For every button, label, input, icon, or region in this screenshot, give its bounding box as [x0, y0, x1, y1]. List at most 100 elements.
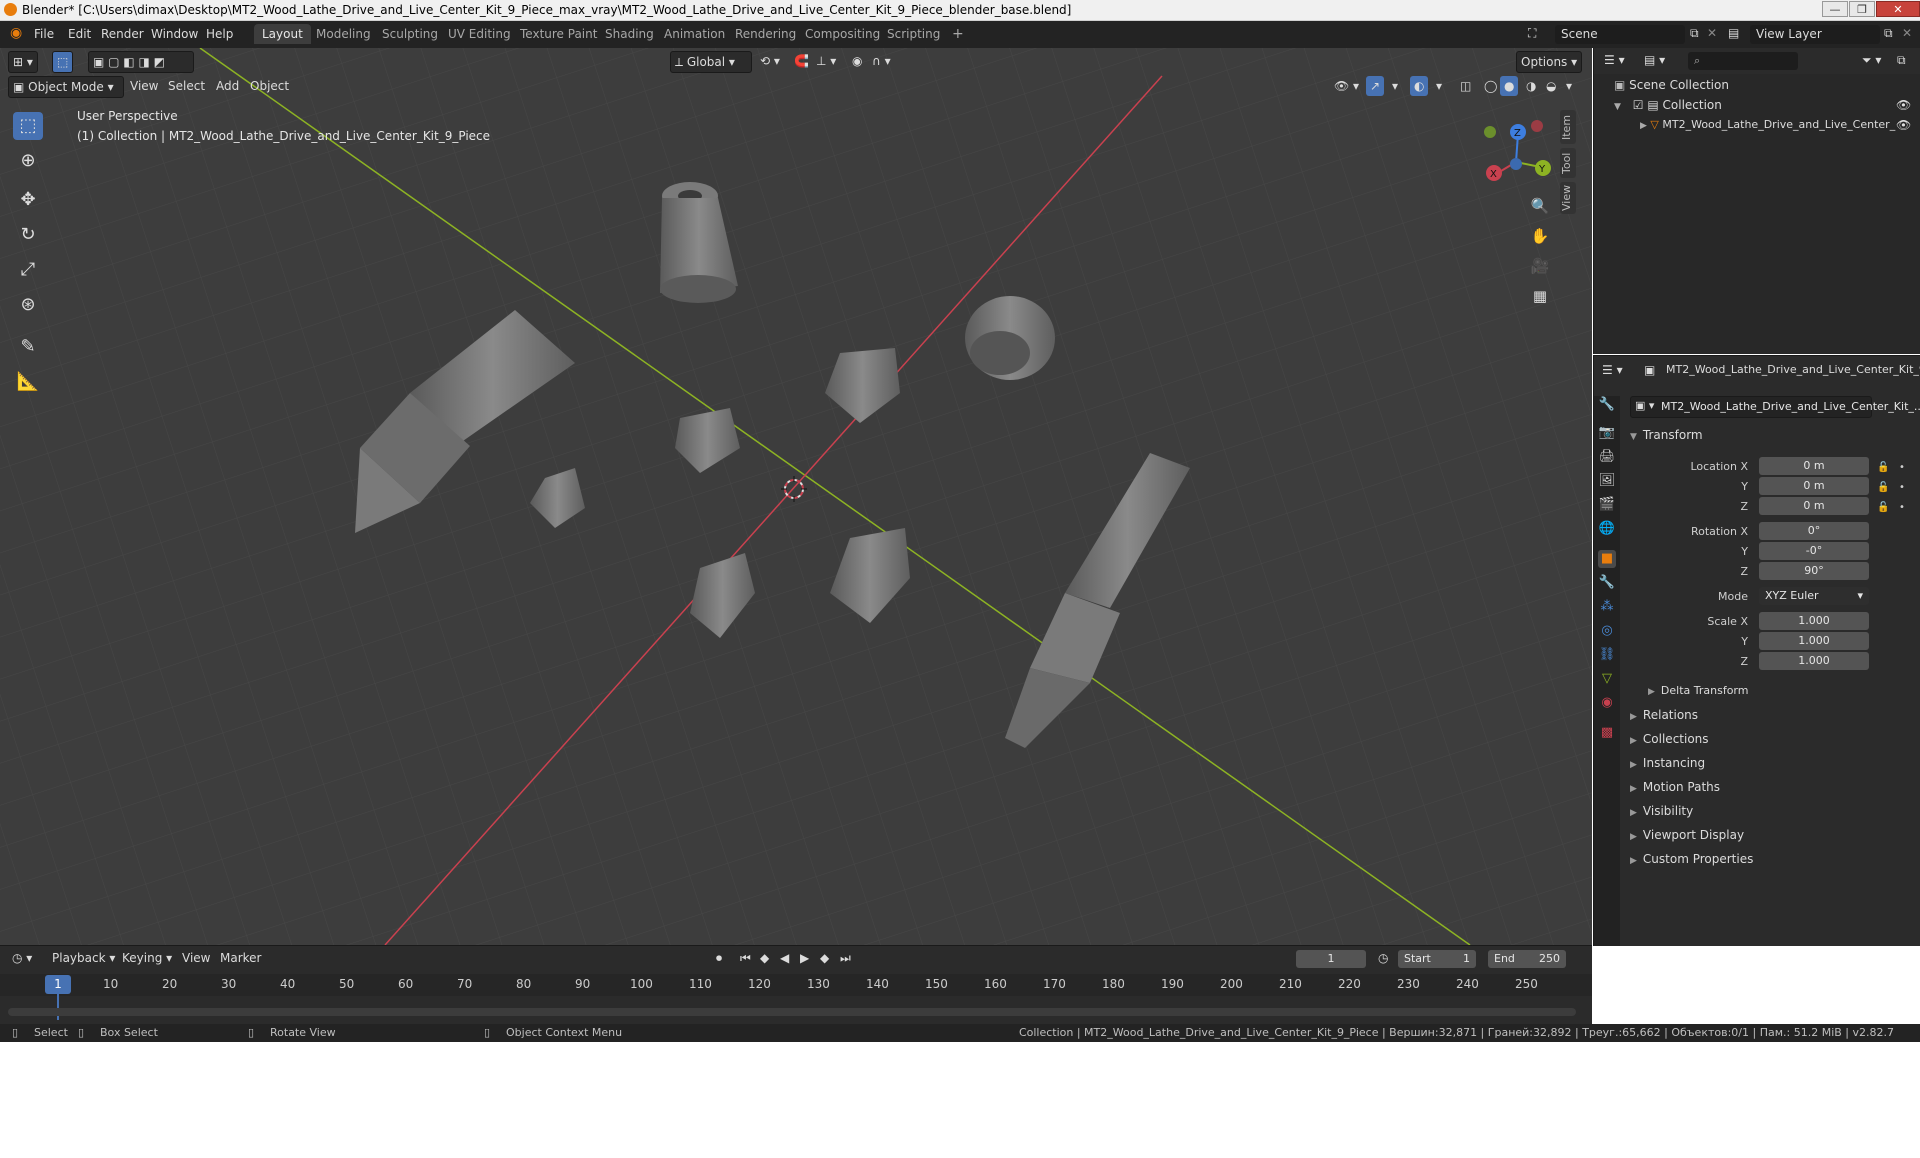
outliner-collection-row[interactable]: ▼ ☑ ▤ Collection	[1614, 98, 1722, 112]
rendered-shading-icon[interactable]: ◒	[1542, 76, 1560, 96]
scene-field[interactable]: Scene	[1555, 25, 1685, 44]
3d-viewport[interactable]: X Y Z	[0, 48, 1592, 945]
sidebar-tab-item[interactable]: Item	[1560, 110, 1576, 144]
scale-x-field[interactable]: 1.000	[1759, 612, 1869, 630]
new-view-layer-icon[interactable]: ⧉	[1884, 26, 1893, 41]
particles-tab-icon[interactable]: ⁂	[1598, 598, 1616, 616]
jump-keyframe-back-icon[interactable]: ◆	[756, 948, 773, 968]
jump-start-icon[interactable]: ⏮	[736, 948, 755, 968]
overlay-toggle-icon[interactable]: ◐	[1410, 76, 1429, 96]
snap-target-icon[interactable]: ⊥ ▾	[812, 51, 840, 71]
menu-help[interactable]: Help	[206, 27, 233, 41]
viewport-display-section[interactable]: ▶ Viewport Display	[1630, 828, 1744, 842]
pivot-point-icon[interactable]: ⟲ ▾	[756, 51, 784, 71]
new-scene-icon[interactable]: ⧉	[1690, 26, 1699, 41]
ring-center[interactable]	[965, 296, 1055, 380]
location-x-field[interactable]: 0 m	[1759, 457, 1869, 475]
timeline-editor-type-icon[interactable]: ◷ ▾	[8, 948, 36, 968]
scale-tool-icon[interactable]: ⤢	[13, 256, 43, 284]
jump-keyframe-forward-icon[interactable]: ◆	[816, 948, 833, 968]
new-collection-icon[interactable]: ⧉	[1897, 53, 1906, 68]
zoom-icon[interactable]: 🔍	[1527, 193, 1553, 219]
visibility-section[interactable]: ▶ Visibility	[1630, 804, 1693, 818]
select-mode-buttons[interactable]: ▣ ▢ ◧ ◨ ◩	[88, 51, 194, 73]
properties-editor-type-icon[interactable]: ☰ ▾	[1602, 363, 1623, 377]
timeline-menu-playback[interactable]: Playback ▾	[48, 948, 119, 968]
scale-z-field[interactable]: 1.000	[1759, 652, 1869, 670]
remove-view-layer-icon[interactable]: ✕	[1902, 26, 1912, 40]
blender-menu-icon[interactable]: ◉	[10, 25, 22, 41]
data-tab-icon[interactable]: ▽	[1598, 670, 1616, 688]
proportional-edit-icon[interactable]: ◉	[848, 51, 866, 71]
material-shading-icon[interactable]: ◑	[1522, 76, 1540, 96]
falloff-icon[interactable]: ∩ ▾	[868, 51, 895, 71]
timeline-scrollbar[interactable]	[8, 1008, 1576, 1016]
view-layer-tab-icon[interactable]: 🖼	[1598, 472, 1616, 490]
rotation-mode-dropdown[interactable]: XYZ Euler ▾	[1759, 587, 1869, 605]
menu-edit[interactable]: Edit	[68, 27, 91, 41]
timeline-menu-marker[interactable]: Marker	[216, 948, 265, 968]
outliner-object-row[interactable]: ▶ ▽ MT2_Wood_Lathe_Drive_and_Live_Center…	[1640, 118, 1896, 131]
gizmo-toggle-icon[interactable]: ↗	[1366, 76, 1385, 96]
start-frame-field[interactable]: Start 1	[1398, 950, 1476, 968]
transform-lock-icons[interactable]: 🔓 🔓 🔓	[1877, 458, 1889, 518]
visibility-icon[interactable]: 👁 ▾	[1330, 76, 1363, 96]
location-y-field[interactable]: 0 m	[1759, 477, 1869, 495]
shading-dropdown-icon[interactable]: ▾	[1562, 76, 1576, 96]
filter-icon[interactable]: ⏷ ▾	[1862, 53, 1881, 68]
transform-tool-icon[interactable]: ⊛	[13, 291, 43, 319]
world-tab-icon[interactable]: 🌐	[1598, 520, 1616, 538]
select-box-tool-icon[interactable]: ⬚	[13, 112, 43, 140]
tab-compositing[interactable]: Compositing	[797, 24, 888, 44]
object-visibility-icon[interactable]: 👁	[1896, 118, 1911, 132]
tab-uv-editing[interactable]: UV Editing	[440, 24, 519, 44]
play-reverse-icon[interactable]: ◀	[776, 948, 793, 968]
material-tab-icon[interactable]: ◉	[1598, 694, 1616, 712]
current-frame-field[interactable]: 1	[1296, 950, 1366, 968]
annotate-tool-icon[interactable]: ✎	[13, 333, 43, 361]
transform-section-header[interactable]: ▼ Transform	[1630, 428, 1703, 442]
constraints-tab-icon[interactable]: ⛓	[1598, 646, 1616, 664]
timeline-menu-keying[interactable]: Keying ▾	[118, 948, 176, 968]
tool-tab-icon[interactable]: 🔧	[1598, 396, 1616, 414]
perspective-toggle-icon[interactable]: ▦	[1527, 283, 1553, 309]
tab-shading[interactable]: Shading	[597, 24, 662, 44]
instancing-section[interactable]: ▶ Instancing	[1630, 756, 1705, 770]
select-tool-icon[interactable]: ⬚	[52, 51, 74, 73]
rotation-x-field[interactable]: 0°	[1759, 522, 1869, 540]
viewport-menu-view[interactable]: View	[126, 76, 162, 96]
object-mode-dropdown[interactable]: ▣ Object Mode ▾	[8, 76, 124, 98]
scene-tab-icon[interactable]: 🎬	[1598, 496, 1616, 514]
camera-view-icon[interactable]: 🎥	[1527, 253, 1553, 279]
location-z-field[interactable]: 0 m	[1759, 497, 1869, 515]
record-icon[interactable]: ⏺	[712, 948, 726, 968]
tab-sculpting[interactable]: Sculpting	[374, 24, 446, 44]
viewport-menu-select[interactable]: Select	[164, 76, 209, 96]
minimize-button[interactable]: —	[1822, 1, 1848, 17]
render-tab-icon[interactable]: 📷	[1598, 424, 1616, 442]
add-workspace-button[interactable]: +	[944, 24, 972, 44]
menu-render[interactable]: Render	[101, 27, 144, 41]
collection-checkbox-icon[interactable]: ☑	[1633, 98, 1644, 112]
modifier-tab-icon[interactable]: 🔧	[1598, 574, 1616, 592]
clock-icon[interactable]: ◷	[1374, 948, 1392, 968]
editor-type-button[interactable]: ⊞ ▾	[8, 51, 38, 73]
object-name-field[interactable]: ▣ ▾ MT2_Wood_Lathe_Drive_and_Live_Center…	[1630, 396, 1920, 418]
output-tab-icon[interactable]: 🖨	[1598, 448, 1616, 466]
viewport-menu-add[interactable]: Add	[212, 76, 243, 96]
expand-object-icon[interactable]: ▶	[1640, 121, 1647, 131]
tab-rendering[interactable]: Rendering	[727, 24, 804, 44]
play-icon[interactable]: ▶	[796, 948, 813, 968]
delta-transform-section[interactable]: ▶ Delta Transform	[1648, 684, 1748, 697]
texture-tab-icon[interactable]: ▩	[1598, 724, 1616, 742]
outliner-editor-type-icon[interactable]: ☰ ▾	[1604, 53, 1625, 67]
rotate-tool-icon[interactable]: ↻	[13, 221, 43, 249]
menu-file[interactable]: File	[34, 27, 54, 41]
transform-orientation-dropdown[interactable]: ⟂ Global ▾	[670, 51, 752, 73]
display-mode-icon[interactable]: ▤ ▾	[1644, 53, 1665, 67]
outliner-scene-collection[interactable]: ▣ Scene Collection	[1614, 78, 1729, 92]
overlay-dropdown-icon[interactable]: ▾	[1432, 76, 1446, 96]
tab-layout[interactable]: Layout	[254, 24, 311, 44]
physics-tab-icon[interactable]: ◎	[1598, 622, 1616, 640]
measure-tool-icon[interactable]: 📐	[13, 368, 43, 396]
